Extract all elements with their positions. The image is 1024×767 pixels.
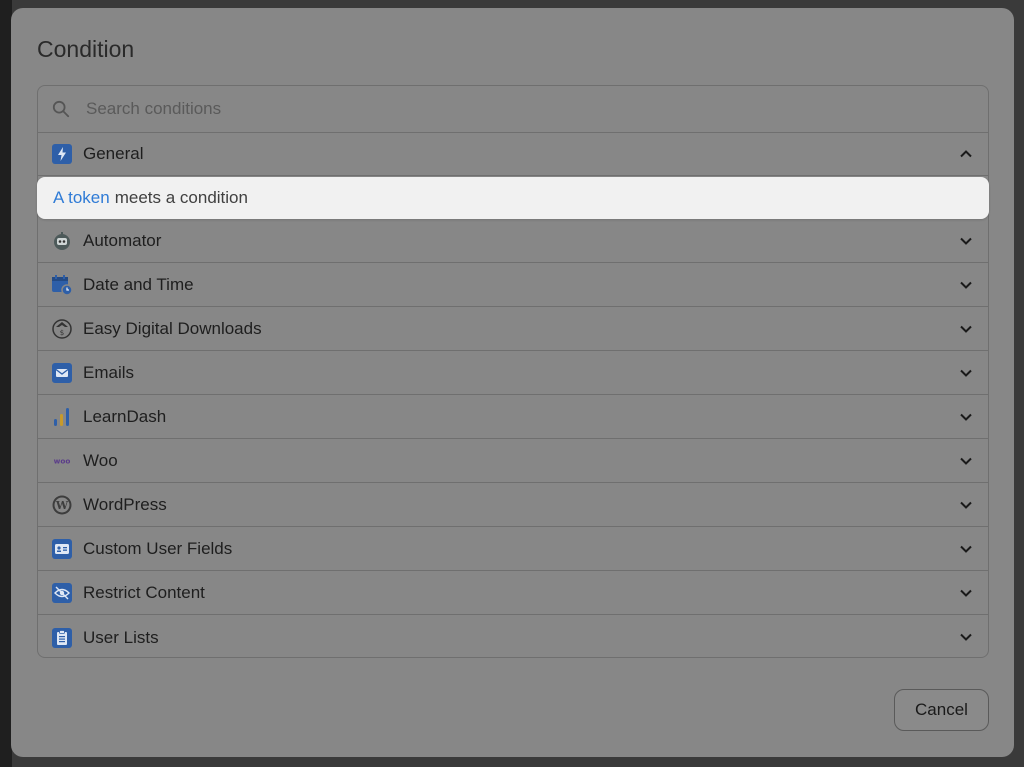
clipboard-icon <box>52 627 72 648</box>
cancel-button[interactable]: Cancel <box>894 689 989 731</box>
edd-icon: $ <box>52 319 72 339</box>
group-label: LearnDash <box>83 407 167 426</box>
group-custom-user-fields[interactable]: Custom User Fields <box>38 528 988 571</box>
group-label: Easy Digital Downloads <box>83 319 262 338</box>
group-learndash[interactable]: LearnDash <box>38 396 988 439</box>
group-date-and-time[interactable]: Date and Time <box>38 264 988 307</box>
group-wordpress[interactable]: W WordPress <box>38 484 988 527</box>
search-input[interactable]: Search conditions <box>86 99 221 119</box>
chevron-down-icon[interactable] <box>958 321 974 337</box>
chevron-down-icon[interactable] <box>958 409 974 425</box>
condition-dialog: Condition Search conditions General A to… <box>11 8 1014 757</box>
conditions-panel: Search conditions General A token meets … <box>37 85 989 658</box>
group-woo[interactable]: woo Woo <box>38 440 988 483</box>
envelope-icon <box>52 363 72 383</box>
dialog-title: Condition <box>37 36 135 62</box>
group-restrict-content[interactable]: Restrict Content <box>38 572 988 615</box>
bolt-icon <box>52 144 72 164</box>
chevron-down-icon[interactable] <box>958 277 974 293</box>
group-label: User Lists <box>83 627 159 647</box>
group-easy-digital-downloads[interactable]: $ Easy Digital Downloads <box>38 308 988 351</box>
svg-text:$: $ <box>60 329 64 337</box>
chevron-down-icon[interactable] <box>958 497 974 513</box>
group-label: Automator <box>83 231 162 250</box>
group-label: Woo <box>83 451 118 470</box>
chevron-down-icon[interactable] <box>958 233 974 249</box>
condition-item-token[interactable]: A token meets a condition <box>37 177 989 219</box>
group-label: Restrict Content <box>83 583 205 602</box>
woo-icon: woo <box>52 451 72 471</box>
robot-icon <box>52 231 72 251</box>
group-label: Custom User Fields <box>83 539 233 558</box>
search-icon <box>52 99 72 119</box>
id-card-icon <box>52 539 72 559</box>
chevron-down-icon[interactable] <box>958 585 974 601</box>
chevron-down-icon[interactable] <box>958 453 974 469</box>
group-general[interactable]: General <box>38 133 988 176</box>
backdrop-right <box>1014 0 1024 767</box>
condition-item-text: meets a condition <box>114 188 248 207</box>
group-user-lists[interactable]: User Lists <box>38 616 988 659</box>
chevron-down-icon[interactable] <box>958 365 974 381</box>
chevron-down-icon[interactable] <box>958 629 974 645</box>
svg-text:woo: woo <box>54 457 71 466</box>
screen-frame: Condition Search conditions General A to… <box>0 0 1024 767</box>
calendar-clock-icon <box>52 275 72 295</box>
group-label: General <box>83 144 144 163</box>
group-label: WordPress <box>83 495 167 514</box>
chevron-down-icon[interactable] <box>958 541 974 557</box>
learndash-icon <box>52 407 72 427</box>
group-emails[interactable]: Emails <box>38 352 988 395</box>
eye-slash-icon <box>52 583 72 603</box>
wordpress-icon: W <box>52 495 72 515</box>
group-automator[interactable]: Automator <box>38 220 988 263</box>
svg-text:W: W <box>55 499 69 512</box>
chevron-up-icon[interactable] <box>958 146 974 162</box>
search-bar[interactable]: Search conditions <box>38 86 988 133</box>
token-link[interactable]: A token <box>53 188 110 208</box>
group-label: Emails <box>83 363 135 382</box>
group-label: Date and Time <box>83 275 194 294</box>
